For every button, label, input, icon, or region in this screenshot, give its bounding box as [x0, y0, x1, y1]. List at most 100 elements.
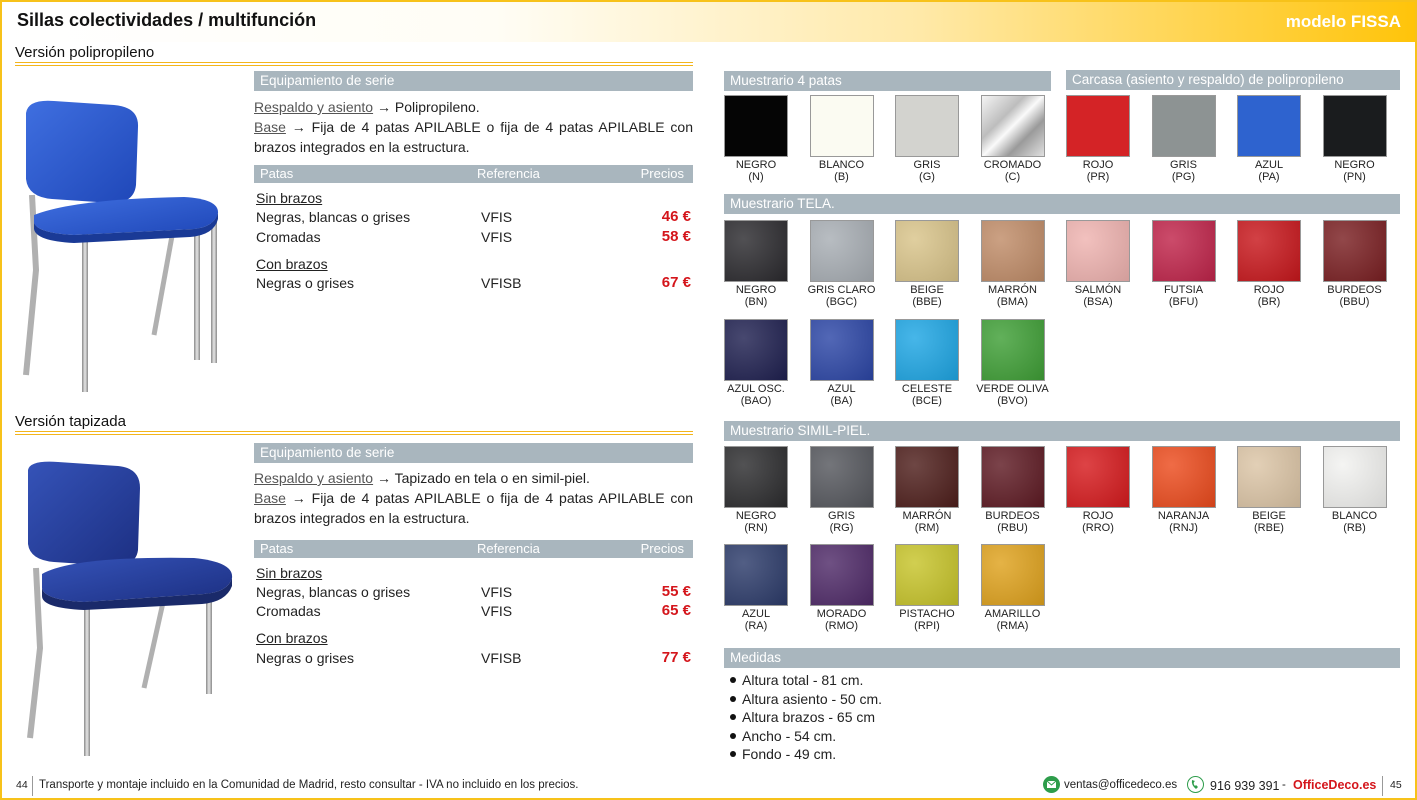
- sin-brazos-label: Sin brazos: [256, 190, 323, 206]
- col-referencia: Referencia: [477, 541, 540, 556]
- medida-item: Ancho - 54 cm.: [730, 728, 836, 744]
- page-footer: 44 Transporte y montaje incluido en la C…: [0, 776, 1417, 796]
- swatch-label: AZUL (PA): [1224, 159, 1314, 183]
- swatch-name: CELESTE: [901, 383, 953, 395]
- col-referencia: Referencia: [477, 166, 540, 181]
- swatch-name: ROJO: [1082, 510, 1114, 522]
- price: 77 €: [661, 649, 691, 666]
- carcasa-header: Carcasa (asiento y respaldo) de poliprop…: [1066, 70, 1400, 90]
- color-swatch: [1151, 95, 1216, 157]
- swatch-code: (C): [1004, 171, 1021, 183]
- medida-item: Fondo - 49 cm.: [730, 746, 836, 762]
- swatch-code: (BCE): [912, 395, 942, 407]
- footer-dash: -: [1282, 779, 1286, 791]
- swatch-name: GRIS: [913, 159, 941, 171]
- medida-text: Altura total - 81 cm.: [742, 672, 864, 688]
- price: 65 €: [661, 602, 691, 619]
- bullet-icon: [730, 714, 736, 721]
- color-swatch: [1066, 220, 1130, 282]
- section-divider: [15, 62, 693, 66]
- col-precios: Precios: [640, 166, 684, 181]
- price: 67 €: [661, 274, 691, 291]
- swatch-code: (PR): [1086, 171, 1110, 183]
- footer-separator: [32, 776, 33, 796]
- swatch-label: BURDEOS (RBU): [968, 510, 1058, 534]
- color-swatch: [1237, 446, 1301, 508]
- price-table-polipropileno: Patas Referencia Precios: [254, 165, 693, 183]
- swatch-code: (RMO): [825, 620, 858, 632]
- swatch-code: (BGC): [825, 296, 858, 308]
- swatch-label: MARRÓN (BMA): [968, 284, 1058, 308]
- col-patas: Patas: [260, 166, 294, 181]
- section-title-tapizada: Versión tapizada: [15, 413, 126, 430]
- swatch-label: BLANCO (RB): [1310, 510, 1400, 534]
- swatch-code: (RBE): [1254, 522, 1284, 534]
- swatch-name: SALMÓN: [1074, 284, 1122, 296]
- swatch-label: GRIS CLARO (BGC): [797, 284, 887, 308]
- swatch-code: (RA): [744, 620, 768, 632]
- swatch-name: AZUL OSC.: [727, 383, 785, 395]
- swatch-name: NEGRO: [735, 159, 777, 171]
- swatch-code: (BBE): [912, 296, 942, 308]
- page-title: Sillas colectividades / multifunción: [17, 10, 317, 30]
- footer-separator: [1382, 776, 1383, 796]
- swatch-name: BLANCO: [818, 159, 865, 171]
- swatch-name: MARRÓN: [902, 510, 952, 522]
- respaldo-value: → Polipropileno.: [376, 99, 480, 115]
- swatch-label: AZUL OSC. (BAO): [711, 383, 801, 407]
- table-row-ref: VFIS: [481, 209, 513, 225]
- swatch-name: BURDEOS: [1327, 284, 1382, 296]
- sin-brazos-label: Sin brazos: [256, 565, 323, 581]
- swatch-code: (BR): [1257, 296, 1281, 308]
- muestrario-simil-header: Muestrario SIMIL-PIEL.: [724, 421, 1400, 441]
- footer-email[interactable]: ventas@officedeco.es: [1064, 779, 1177, 791]
- chair-tapizada-image: [27, 461, 233, 756]
- swatch-name: AZUL: [741, 608, 771, 620]
- bullet-icon: [730, 751, 736, 758]
- bullet-icon: [730, 695, 736, 702]
- color-swatch: [724, 544, 788, 606]
- brand-logo[interactable]: OfficeDeco.es: [1293, 778, 1376, 792]
- base-value: → Fija de 4 patas APILABLE o fija de 4 p…: [254, 119, 693, 155]
- medida-text: Ancho - 54 cm.: [742, 727, 837, 744]
- medidas-header: Medidas: [724, 648, 1400, 668]
- swatch-label: NEGRO (N): [711, 159, 801, 183]
- medida-item: Altura asiento - 50 cm.: [730, 691, 882, 707]
- col-precios: Precios: [640, 541, 684, 556]
- swatch-name: NEGRO: [735, 510, 777, 522]
- color-swatch: [1322, 446, 1387, 508]
- swatch-name: NARANJA: [1157, 510, 1210, 522]
- bullet-icon: [730, 677, 736, 684]
- color-swatch: [980, 544, 1045, 606]
- swatch-label: NEGRO (PN): [1310, 159, 1400, 183]
- respaldo-value: → Tapizado en tela o en simil-piel.: [376, 470, 590, 486]
- color-swatch: [1322, 95, 1387, 157]
- color-swatch: [895, 220, 959, 282]
- swatch-name: MARRÓN: [988, 284, 1037, 296]
- muestrario-tela-header: Muestrario TELA.: [724, 194, 1400, 214]
- base-value: → Fija de 4 patas APILABLE o fija de 4 p…: [254, 490, 693, 526]
- swatch-name: CROMADO: [983, 159, 1042, 171]
- swatch-code: (RN): [744, 522, 768, 534]
- swatch-label: BURDEOS (BBU): [1310, 284, 1400, 308]
- color-swatch: [1151, 446, 1216, 508]
- equipamiento-header: Equipamiento de serie: [254, 443, 693, 463]
- swatch-label: MARRÓN (RM): [882, 510, 972, 534]
- color-swatch: [895, 544, 959, 606]
- color-swatch: [1237, 95, 1301, 157]
- swatch-code: (RM): [914, 522, 940, 534]
- col-patas: Patas: [260, 541, 294, 556]
- swatch-name: ROJO: [1082, 159, 1114, 171]
- swatch-name: NEGRO: [735, 284, 777, 296]
- color-swatch: [724, 319, 788, 381]
- color-swatch: [1151, 220, 1216, 282]
- page-number-left: 44: [16, 779, 28, 791]
- footer-phone[interactable]: 916 939 391: [1210, 779, 1280, 793]
- color-swatch: [980, 319, 1045, 381]
- swatch-label: BEIGE (RBE): [1224, 510, 1314, 534]
- swatch-code: (RG): [829, 522, 854, 534]
- table-row-ref: VFIS: [481, 603, 513, 619]
- price: 58 €: [661, 228, 691, 245]
- swatch-name: PISTACHO: [899, 608, 955, 620]
- swatch-name: GRIS: [1170, 159, 1197, 171]
